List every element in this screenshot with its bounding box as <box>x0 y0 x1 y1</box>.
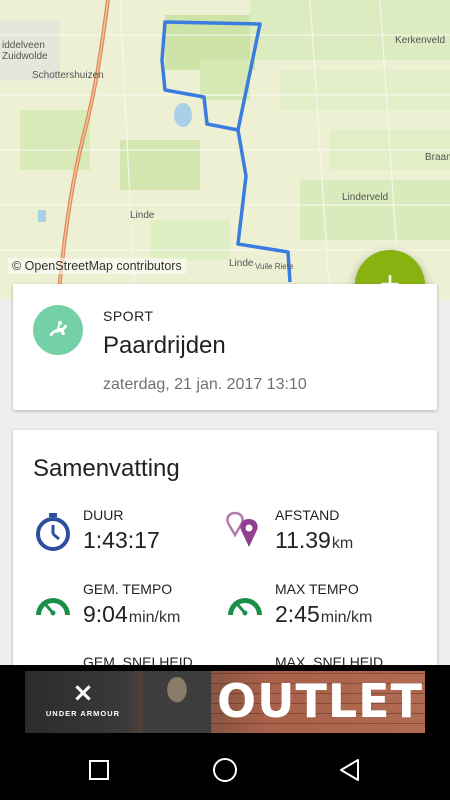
ad-headline: OUTLET <box>217 674 423 728</box>
metric-duration: DUUR 1:43:17 <box>33 507 233 563</box>
sport-label: SPORT <box>103 308 154 324</box>
circle-icon <box>213 758 237 782</box>
metric-label: GEM. TEMPO <box>83 581 173 597</box>
horse-riding-icon <box>33 305 83 355</box>
metric-max-pace: MAX TEMPO 2:45min/km <box>225 581 425 637</box>
speedometer-icon <box>36 597 70 616</box>
under-armour-logo-icon: ⨯ <box>72 678 94 708</box>
stopwatch-icon <box>36 513 70 551</box>
map-label-linderveld: Linderveld <box>342 192 389 203</box>
summary-title: Samenvatting <box>33 455 180 482</box>
map-label-linde-south: Linde <box>229 258 254 269</box>
sport-name: Paardrijden <box>103 332 226 359</box>
back-button[interactable] <box>330 752 370 788</box>
ad-brand-name: UNDER ARMOUR <box>45 709 121 718</box>
metric-label: MAX TEMPO <box>275 581 359 597</box>
ad-area: ⨯ UNDER ARMOUR OUTLET <box>0 665 450 740</box>
map-label-linde-west: Linde <box>130 210 155 221</box>
home-button[interactable] <box>205 752 245 788</box>
map-label-zuidwolde: Zuidwolde <box>2 51 48 62</box>
workout-date: zaterdag, 21 jan. 2017 13:10 <box>103 376 307 393</box>
metric-value: 11.39km <box>275 527 354 553</box>
ad-athlete-image <box>143 671 211 733</box>
metric-avg-pace: GEM. TEMPO 9:04min/km <box>33 581 233 637</box>
recents-button[interactable] <box>79 752 119 788</box>
map-label-middelveen: iddelveen <box>2 40 45 51</box>
summary-card: Samenvatting DUUR 1:43:17 AFSTAND 11.39k… <box>13 430 437 670</box>
metric-label: DUUR <box>83 507 124 523</box>
ad-brand-logo: ⨯ UNDER ARMOUR <box>33 679 133 718</box>
map-label-schottershuizen: Schottershuizen <box>32 70 104 81</box>
map-attribution[interactable]: © OpenStreetMap contributors <box>8 258 186 274</box>
speedometer-icon <box>228 597 262 616</box>
metric-value: 2:45min/km <box>275 601 373 627</box>
map-label-braam: Braam <box>425 152 450 163</box>
square-icon <box>89 760 109 780</box>
sport-card[interactable]: SPORT Paardrijden zaterdag, 21 jan. 2017… <box>13 284 437 410</box>
location-pins-icon <box>226 511 258 547</box>
ad-banner[interactable]: ⨯ UNDER ARMOUR OUTLET <box>25 671 425 733</box>
map-label-kerkenveld: Kerkenveld <box>395 35 446 46</box>
system-nav-bar <box>0 740 450 800</box>
metric-distance: AFSTAND 11.39km <box>225 507 425 563</box>
map-label-vuile-riete: Vuile Riete <box>255 262 294 271</box>
triangle-back-icon <box>340 759 359 781</box>
metric-value: 1:43:17 <box>83 527 160 553</box>
metric-label: AFSTAND <box>275 507 340 523</box>
metric-value: 9:04min/km <box>83 601 181 627</box>
